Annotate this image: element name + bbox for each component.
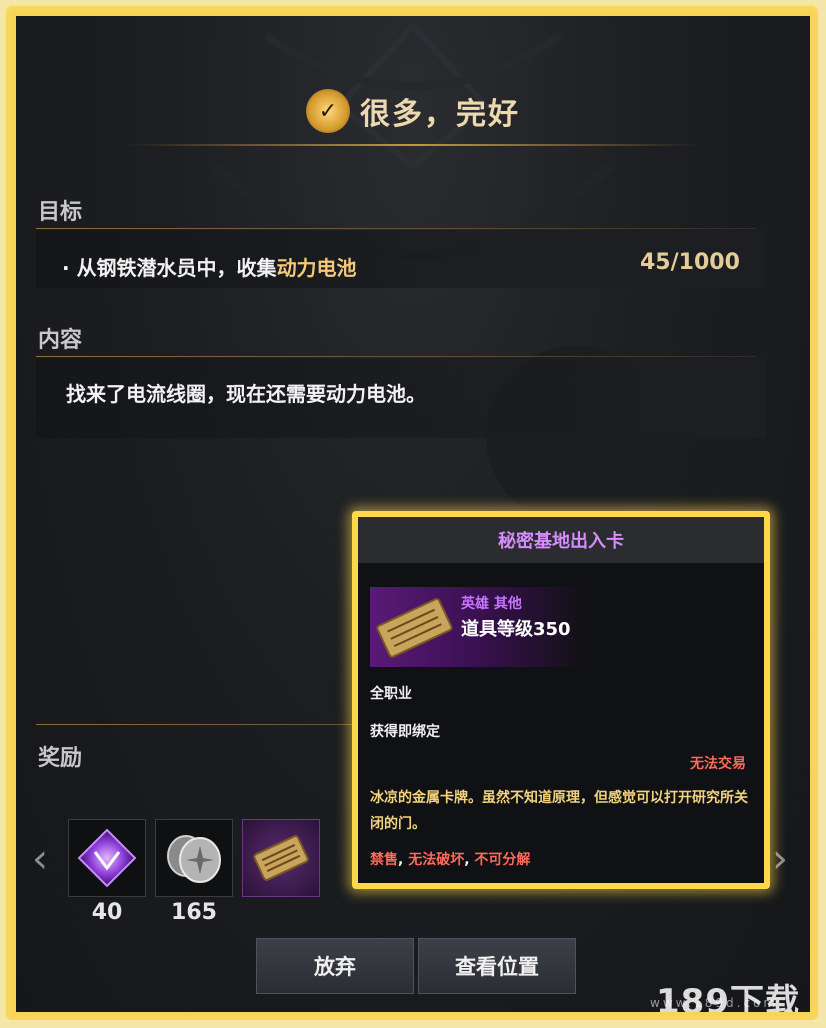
objective-divider — [36, 228, 756, 229]
objective-progress: 45/1000 — [640, 250, 740, 275]
content-label: 内容 — [38, 328, 83, 353]
title-divider — [126, 144, 700, 146]
silver-coins-icon — [167, 835, 221, 883]
item-tooltip: 秘密基地出入卡 英雄 其他 道具等级350 全职业 获得即绑定 无法交易 冰凉的… — [358, 517, 764, 883]
tooltip-item-name: 秘密基地出入卡 — [358, 517, 764, 563]
tooltip-class: 全职业 — [370, 686, 412, 702]
flag-no-destroy: 无法破坏 — [408, 852, 465, 868]
reward-slot[interactable]: 165 — [155, 819, 233, 925]
objective-label: 目标 — [38, 200, 83, 225]
reward-next-arrow-icon[interactable]: › — [772, 836, 788, 882]
tooltip-description: 冰凉的金属卡牌。虽然不知道原理，但感觉可以打开研究所关闭的门。 — [370, 790, 748, 832]
reward-count: 40 — [91, 900, 123, 925]
view-location-button[interactable]: 查看位置 — [418, 938, 576, 994]
abandon-button[interactable]: 放弃 — [256, 938, 414, 994]
objective-text: · 从钢铁潜水员中，收集动力电池 — [62, 252, 357, 281]
watermark-url: www.189d.com — [650, 996, 779, 1010]
purple-crystal-icon — [77, 828, 137, 888]
flag-separator: , — [464, 852, 475, 868]
reward-list: 40 165 — [68, 819, 320, 925]
reward-slot[interactable]: 40 — [68, 819, 146, 925]
reward-label: 奖励 — [38, 746, 83, 771]
flag-no-disassemble: 不可分解 — [474, 852, 531, 868]
quest-title: 很多，完好 — [360, 97, 520, 132]
objective-prefix: 从钢铁潜水员中，收集 — [76, 256, 277, 280]
tooltip-flags: 禁售, 无法破坏, 不可分解 — [370, 849, 530, 869]
tooltip-bind: 获得即绑定 — [370, 724, 440, 740]
bullet: · — [62, 256, 77, 280]
access-card-icon — [253, 835, 309, 881]
reward-prev-arrow-icon[interactable]: ‹ — [32, 836, 48, 882]
content-text: 找来了电流线圈，现在还需要动力电池。 — [66, 382, 426, 406]
access-card-icon — [376, 598, 453, 658]
tooltip-grade: 英雄 其他 — [461, 596, 522, 612]
quest-title-bar: ✓ 很多，完好 — [16, 71, 810, 151]
flag-no-sell: 禁售 — [370, 852, 398, 868]
quest-emblem-icon: ✓ — [306, 89, 350, 133]
tooltip-trade-status: 无法交易 — [690, 756, 746, 772]
reward-count: 165 — [171, 900, 217, 925]
reward-slot[interactable] — [242, 819, 320, 897]
content-divider — [36, 356, 756, 357]
flag-separator: , — [398, 852, 409, 868]
objective-item-link[interactable]: 动力电池 — [277, 256, 357, 280]
tooltip-item-level: 道具等级350 — [461, 619, 571, 640]
